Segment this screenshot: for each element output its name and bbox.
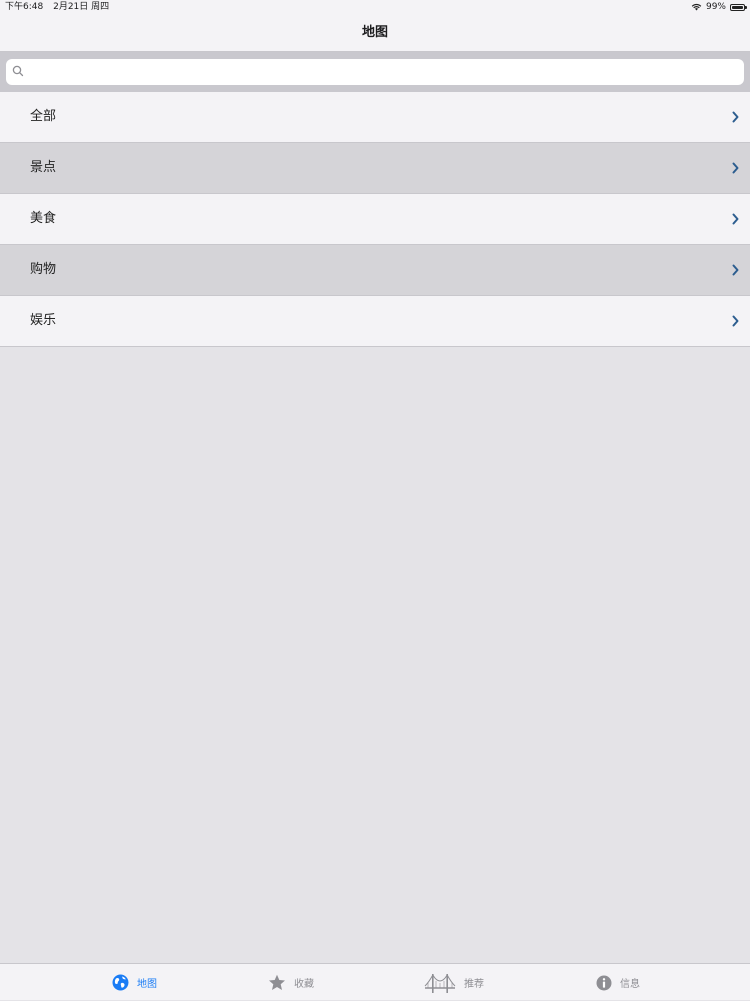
category-list: 全部 景点 美食 购物 娱乐 — [0, 92, 750, 347]
chevron-right-icon — [732, 264, 739, 276]
globe-icon — [112, 974, 129, 991]
tab-bar: 地图 收藏 推荐 信息 — [0, 963, 750, 1000]
status-date: 2月21日 周四 — [53, 2, 110, 12]
battery-percent: 99% — [705, 2, 726, 12]
list-item-label: 娱乐 — [30, 313, 57, 328]
status-time: 下午6:48 — [5, 2, 44, 12]
page-title: 地图 — [361, 25, 388, 40]
status-bar: 下午6:48 2月21日 周四 99% — [0, 0, 750, 14]
navigation-bar: 地图 — [0, 14, 750, 52]
tab-label: 信息 — [620, 979, 640, 990]
list-item-label: 购物 — [30, 262, 57, 277]
search-input[interactable] — [28, 59, 732, 87]
status-left: 下午6:48 2月21日 周四 — [5, 0, 116, 14]
search-field[interactable] — [6, 59, 744, 87]
search-bar — [0, 52, 750, 92]
list-item-attractions[interactable]: 景点 — [0, 143, 750, 194]
list-item-entertainment[interactable]: 娱乐 — [0, 296, 750, 347]
list-item-food[interactable]: 美食 — [0, 194, 750, 245]
list-item-all[interactable]: 全部 — [0, 92, 750, 143]
status-right: 99% — [691, 0, 747, 14]
tab-label: 推荐 — [464, 979, 484, 990]
chevron-right-icon — [732, 162, 739, 174]
star-icon — [269, 974, 285, 990]
tab-recommend[interactable]: 推荐 — [424, 964, 484, 1001]
tab-label: 收藏 — [294, 979, 314, 990]
search-icon — [12, 65, 24, 77]
tab-label: 地图 — [137, 979, 157, 990]
tab-info[interactable]: 信息 — [596, 964, 640, 1001]
chevron-right-icon — [732, 213, 739, 225]
tab-map[interactable]: 地图 — [112, 964, 157, 1001]
chevron-right-icon — [732, 315, 739, 327]
chevron-right-icon — [732, 111, 739, 123]
battery-icon — [730, 3, 747, 11]
wifi-icon — [691, 3, 702, 11]
list-item-label: 美食 — [30, 211, 57, 226]
bridge-icon — [424, 973, 456, 993]
info-icon — [596, 975, 612, 990]
list-item-shopping[interactable]: 购物 — [0, 245, 750, 296]
tab-favorites[interactable]: 收藏 — [268, 964, 314, 1001]
list-item-label: 景点 — [30, 160, 57, 175]
list-item-label: 全部 — [30, 109, 57, 124]
